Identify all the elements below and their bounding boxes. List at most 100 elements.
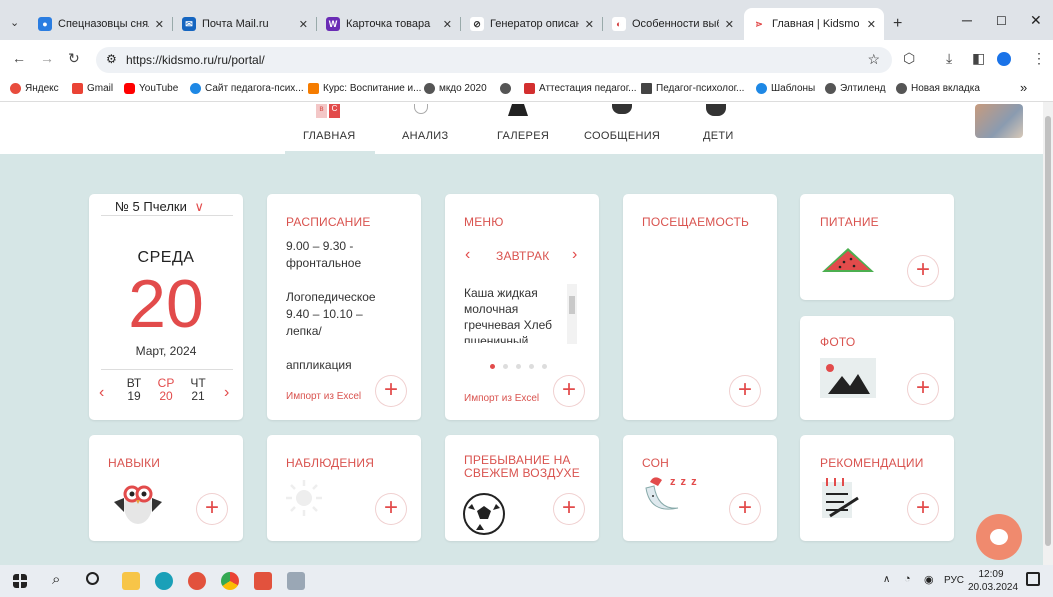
schedule-import-link[interactable]: Импорт из Excel [286, 391, 361, 402]
bookmark-item[interactable]: Аттестация педагог... [524, 83, 637, 94]
back-icon[interactable]: ← [12, 50, 26, 66]
bookmark-item[interactable]: YouTube [124, 83, 178, 94]
recommendations-add-button[interactable]: + [908, 494, 938, 524]
nav-gallery[interactable]: ГАЛЕРЕЯ [497, 130, 549, 142]
kidsmo-favicon-icon: ⋗ [752, 17, 766, 31]
nutrition-add-button[interactable]: + [908, 256, 938, 286]
extensions-icon[interactable]: ⬡ [903, 50, 915, 67]
clock[interactable]: 12:09 20.03.2024 [968, 568, 1018, 594]
observations-add-button[interactable]: + [376, 494, 406, 524]
close-tab-icon[interactable]: ✕ [155, 18, 164, 31]
menu-add-button[interactable]: + [554, 376, 584, 406]
menu-title: МЕНЮ [464, 215, 504, 229]
close-tab-icon[interactable]: ✕ [443, 18, 452, 31]
skills-add-button[interactable]: + [197, 494, 227, 524]
browser-tab-active[interactable]: ⋗ Главная | Kidsmo ✕ [744, 8, 884, 40]
browser-tab[interactable]: ◐ Особенности выбор ✕ [604, 8, 742, 40]
close-tab-icon[interactable]: ✕ [867, 18, 876, 31]
day-cell[interactable]: ВТ 19 [122, 377, 146, 403]
browser-tab[interactable]: W Карточка товара ✕ [318, 8, 460, 40]
attendance-add-button[interactable]: + [730, 376, 760, 406]
next-day-icon[interactable]: › [224, 384, 229, 402]
menu-prev-icon[interactable]: ‹ [465, 246, 470, 264]
nav-messages[interactable]: СООБЩЕНИЯ [584, 130, 660, 142]
outdoor-add-button[interactable]: + [554, 494, 584, 524]
maximize-icon[interactable]: ☐ [996, 14, 1007, 28]
day-cell[interactable]: ЧТ 21 [186, 377, 210, 403]
globe-icon [825, 83, 836, 94]
tray-chevron-icon[interactable]: ∧ [883, 574, 890, 585]
sleep-add-button[interactable]: + [730, 494, 760, 524]
new-tab-button[interactable]: + [893, 15, 902, 33]
browser-tab[interactable]: ⊘ Генератор описани ✕ [462, 8, 602, 40]
chat-button[interactable] [976, 514, 1022, 560]
menu-import-link[interactable]: Импорт из Excel [464, 393, 539, 404]
notifications-icon[interactable] [1026, 572, 1040, 586]
bookmarks-more[interactable]: » [1020, 80, 1027, 95]
close-window-icon[interactable]: ✕ [1030, 12, 1042, 29]
scroll-thumb[interactable] [1045, 116, 1051, 546]
bookmark-item[interactable]: Педагог-психолог... [641, 83, 744, 94]
window-app-icon[interactable] [287, 572, 305, 590]
schedule-add-button[interactable]: + [376, 376, 406, 406]
course-icon [308, 83, 319, 94]
browser-tab[interactable]: ✉ Почта Mail.ru ✕ [174, 8, 316, 40]
day-cell-selected[interactable]: СР 20 [154, 377, 178, 403]
menu-pager[interactable] [490, 364, 547, 369]
bookmark-item[interactable]: Яндекс [10, 83, 59, 94]
photo-add-button[interactable]: + [908, 374, 938, 404]
edge-icon[interactable] [155, 572, 173, 590]
scroll-thumb[interactable] [569, 296, 575, 314]
minimize-icon[interactable]: ─ [962, 12, 972, 28]
browser-tab[interactable]: ● Спецназовцы сняли ✕ [30, 8, 172, 40]
profile-icon[interactable] [997, 52, 1011, 66]
nav-home[interactable]: ГЛАВНАЯ [303, 130, 356, 142]
schedule-title: РАСПИСАНИЕ [286, 215, 371, 229]
app-icon[interactable] [188, 572, 206, 590]
nav-children[interactable]: ДЕТИ [703, 130, 734, 142]
tab-search-icon[interactable]: ⌄ [10, 16, 19, 29]
close-tab-icon[interactable]: ✕ [299, 18, 308, 31]
user-avatar[interactable] [975, 104, 1023, 138]
bookmark-item[interactable]: Сайт педагога-псих... [190, 83, 304, 94]
site-info-icon[interactable]: ⚙ [106, 52, 117, 66]
outdoor-title: ПРЕБЫВАНИЕ НА СВЕЖЕМ ВОЗДУХЕ [464, 453, 580, 480]
search-icon[interactable]: ⌕ [52, 571, 60, 588]
download-icon[interactable]: ⤓ [946, 50, 952, 67]
language-indicator[interactable]: РУС [944, 575, 964, 586]
bookmark-item[interactable]: мкдо 2020 [424, 83, 487, 94]
bookmark-star-icon[interactable]: ☆ [867, 51, 880, 68]
volume-icon[interactable]: ◉ [924, 573, 934, 586]
chevron-down-icon: ∨ [194, 199, 204, 214]
chat-icon [990, 529, 1008, 545]
url-input[interactable]: ⚙ https://kidsmo.ru/ru/portal/ ☆ [96, 47, 892, 73]
bookmark-item[interactable]: Элтиленд [825, 83, 886, 94]
menu-next-icon[interactable]: › [572, 246, 577, 264]
forward-icon[interactable]: → [40, 50, 54, 66]
skills-title: НАВЫКИ [108, 456, 161, 470]
menu-kebab-icon[interactable]: ⋮ [1032, 50, 1046, 67]
windows-start-icon[interactable] [13, 574, 27, 588]
globe-icon [896, 83, 907, 94]
reload-icon[interactable]: ↻ [68, 50, 80, 67]
close-tab-icon[interactable]: ✕ [725, 18, 734, 31]
bookmark-item[interactable]: Новая вкладка [896, 83, 980, 94]
soccer-ball-icon [463, 493, 505, 535]
sidepanel-icon[interactable]: ◧ [972, 50, 985, 67]
figma-icon[interactable] [254, 572, 272, 590]
menu-scrollbar[interactable] [567, 284, 577, 344]
nav-analysis[interactable]: АНАЛИЗ [402, 130, 448, 142]
bookmark-item[interactable]: Курс: Воспитание и... [308, 83, 421, 94]
close-tab-icon[interactable]: ✕ [585, 18, 594, 31]
bookmark-item[interactable]: Gmail [72, 83, 113, 94]
network-icon[interactable]: ◔ [904, 573, 911, 585]
chrome-icon[interactable] [221, 572, 239, 590]
page-scrollbar[interactable] [1043, 102, 1053, 565]
bookmark-item[interactable] [500, 83, 515, 94]
file-explorer-icon[interactable] [122, 572, 140, 590]
photo-icon [820, 358, 876, 398]
task-view-icon[interactable] [86, 572, 99, 585]
bookmark-item[interactable]: Шаблоны [756, 83, 815, 94]
group-selector[interactable]: № 5 Пчелки ∨ [115, 199, 204, 215]
prev-day-icon[interactable]: ‹ [99, 384, 104, 402]
